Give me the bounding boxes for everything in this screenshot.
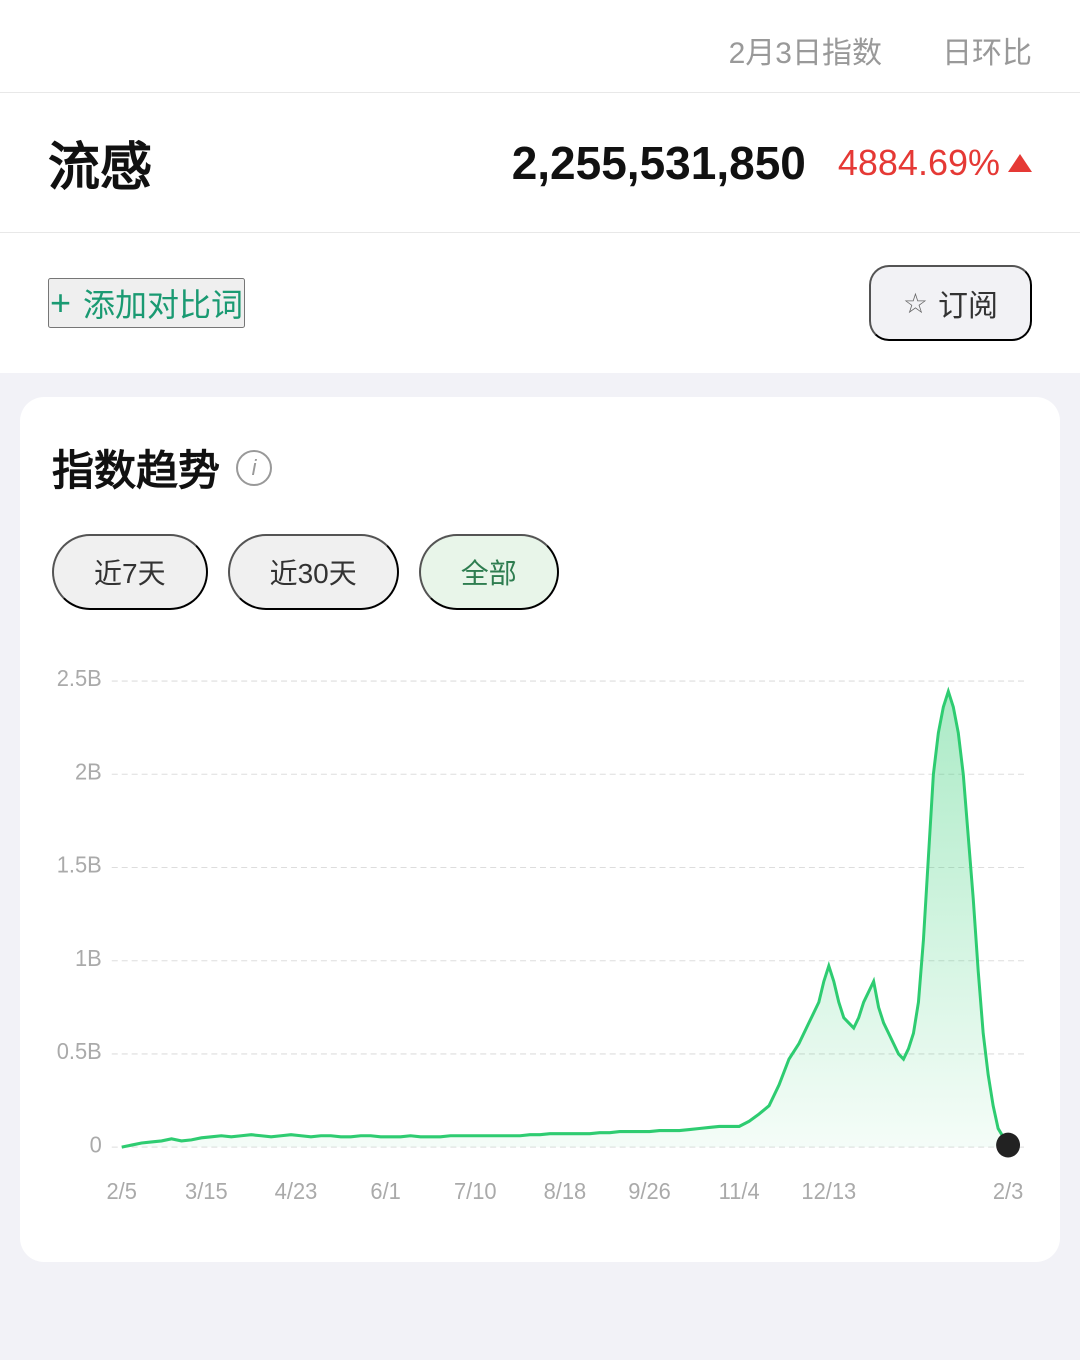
keyword-change: 4884.69% (838, 142, 1032, 184)
keyword-name: 流感 (48, 125, 152, 200)
svg-text:6/1: 6/1 (370, 1179, 400, 1204)
svg-text:3/15: 3/15 (185, 1179, 228, 1204)
svg-text:11/4: 11/4 (719, 1179, 760, 1204)
chart-title: 指数趋势 (52, 437, 220, 498)
add-compare-button[interactable]: + 添加对比词 (48, 278, 245, 328)
header-row: 2月3日指数 日环比 (0, 0, 1080, 93)
keyword-value: 2,255,531,850 (512, 136, 806, 190)
trend-up-icon (1008, 154, 1032, 172)
svg-text:2/5: 2/5 (106, 1179, 136, 1204)
keyword-row: 流感 2,255,531,850 4884.69% (0, 93, 1080, 233)
chart-svg: 2.5B 2B 1.5B 1B 0.5B 0 2/5 3/15 4/23 6/1… (52, 650, 1028, 1230)
chart-area: 2.5B 2B 1.5B 1B 0.5B 0 2/5 3/15 4/23 6/1… (52, 650, 1028, 1230)
change-value: 4884.69% (838, 142, 1000, 184)
svg-text:7/10: 7/10 (454, 1179, 497, 1204)
svg-text:2/3: 2/3 (993, 1179, 1023, 1204)
svg-text:12/13: 12/13 (801, 1179, 856, 1204)
header-date: 2月3日指数 (729, 28, 882, 72)
svg-text:0.5B: 0.5B (57, 1039, 102, 1064)
svg-text:2B: 2B (75, 759, 102, 784)
svg-text:9/26: 9/26 (628, 1179, 671, 1204)
plus-icon: + (50, 282, 71, 324)
tab-7days[interactable]: 近7天 (52, 534, 208, 610)
end-dot (996, 1133, 1020, 1158)
svg-text:2.5B: 2.5B (57, 666, 102, 691)
tab-row: 近7天 近30天 全部 (52, 534, 1028, 610)
subscribe-button[interactable]: ☆ 订阅 (869, 265, 1032, 341)
svg-text:1B: 1B (75, 946, 102, 971)
subscribe-label: 订阅 (938, 281, 998, 325)
tab-30days[interactable]: 近30天 (228, 534, 399, 610)
svg-text:4/23: 4/23 (275, 1179, 318, 1204)
info-icon[interactable]: i (236, 450, 272, 486)
add-compare-label: 添加对比词 (83, 280, 243, 326)
tab-all[interactable]: 全部 (419, 534, 559, 610)
svg-text:1.5B: 1.5B (57, 852, 102, 877)
svg-text:8/18: 8/18 (544, 1179, 587, 1204)
star-icon: ☆ (903, 287, 928, 320)
svg-text:0: 0 (90, 1132, 102, 1157)
action-row: + 添加对比词 ☆ 订阅 (0, 233, 1080, 373)
header-compare: 日环比 (942, 28, 1032, 72)
chart-title-row: 指数趋势 i (52, 437, 1028, 498)
chart-card: 指数趋势 i 近7天 近30天 全部 2.5B 2B 1.5B 1B 0.5B … (20, 397, 1060, 1262)
